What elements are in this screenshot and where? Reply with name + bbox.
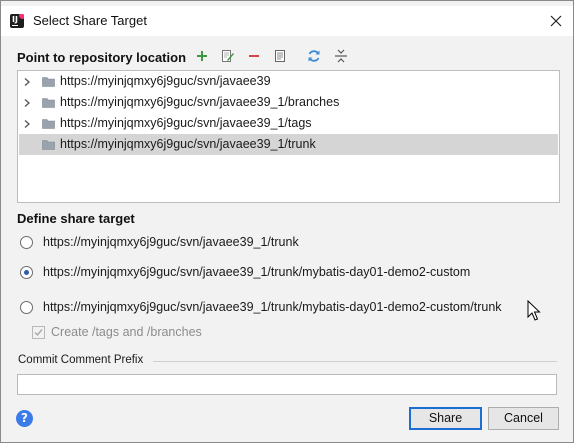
edit-icon: [222, 50, 234, 62]
tree-item[interactable]: https://myinjqmxy6j9guc/svn/javaee39_1/t…: [19, 113, 558, 134]
share-target-option[interactable]: https://myinjqmxy6j9guc/svn/javaee39_1/t…: [20, 299, 540, 317]
chevron-right-icon[interactable]: [22, 98, 32, 108]
add-button[interactable]: [193, 47, 211, 65]
repository-tree[interactable]: https://myinjqmxy6j9guc/svn/javaee39 http…: [17, 70, 560, 203]
tree-item-label: https://myinjqmxy6j9guc/svn/javaee39: [60, 74, 271, 88]
chevron-right-icon[interactable]: [22, 119, 32, 129]
collapse-icon: [335, 49, 347, 63]
repository-location-label: Point to repository location: [17, 50, 187, 65]
add-icon: [197, 51, 207, 61]
share-button[interactable]: Share: [409, 407, 482, 430]
define-share-target-label: Define share target: [17, 211, 135, 226]
tree-item-label: https://myinjqmxy6j9guc/svn/javaee39_1/b…: [60, 95, 340, 109]
close-button[interactable]: [545, 10, 567, 32]
tree-item-label: https://myinjqmxy6j9guc/svn/javaee39_1/t…: [60, 137, 316, 151]
radio-button[interactable]: [20, 266, 33, 279]
checkmark-icon: [34, 329, 43, 337]
radio-button[interactable]: [20, 301, 33, 314]
share-target-option-label: https://myinjqmxy6j9guc/svn/javaee39_1/t…: [43, 265, 471, 279]
commit-separator: [153, 361, 557, 362]
select-share-target-dialog: IJ Select Share Target Point to reposito…: [0, 0, 574, 443]
remove-button[interactable]: [245, 47, 263, 65]
collapse-all-button[interactable]: [332, 47, 350, 65]
create-tags-label: Create /tags and /branches: [51, 325, 202, 339]
tree-item[interactable]: https://myinjqmxy6j9guc/svn/javaee39: [19, 71, 558, 92]
share-target-option[interactable]: https://myinjqmxy6j9guc/svn/javaee39_1/t…: [20, 234, 540, 252]
tree-item-label: https://myinjqmxy6j9guc/svn/javaee39_1/t…: [60, 116, 312, 130]
share-target-option-label: https://myinjqmxy6j9guc/svn/javaee39_1/t…: [43, 235, 299, 249]
tree-item[interactable]: https://myinjqmxy6j9guc/svn/javaee39_1/b…: [19, 92, 558, 113]
commit-comment-label: Commit Comment Prefix: [18, 354, 144, 366]
folder-icon: [42, 77, 55, 87]
browse-icon: [275, 50, 285, 62]
folder-icon: [42, 119, 55, 129]
intellij-icon: IJ: [10, 14, 24, 28]
cancel-button[interactable]: Cancel: [488, 407, 559, 430]
chevron-right-icon[interactable]: [22, 77, 32, 87]
commit-comment-input[interactable]: [17, 374, 557, 395]
tree-item[interactable]: https://myinjqmxy6j9guc/svn/javaee39_1/t…: [19, 134, 558, 155]
share-target-option[interactable]: https://myinjqmxy6j9guc/svn/javaee39_1/t…: [20, 264, 540, 282]
remove-icon: [249, 55, 259, 57]
mouse-cursor-icon: [527, 300, 541, 321]
refresh-icon: [308, 50, 320, 62]
folder-icon: [42, 140, 55, 150]
help-button[interactable]: ?: [16, 410, 33, 427]
title-bar: IJ Select Share Target: [1, 6, 573, 36]
browse-button[interactable]: [271, 47, 289, 65]
folder-icon: [42, 98, 55, 108]
edit-button[interactable]: [219, 47, 237, 65]
refresh-button[interactable]: [305, 47, 323, 65]
create-tags-checkbox[interactable]: [32, 326, 45, 339]
close-icon: [550, 15, 562, 27]
share-target-option-label: https://myinjqmxy6j9guc/svn/javaee39_1/t…: [43, 300, 502, 314]
window-title: Select Share Target: [33, 13, 147, 28]
radio-button[interactable]: [20, 236, 33, 249]
